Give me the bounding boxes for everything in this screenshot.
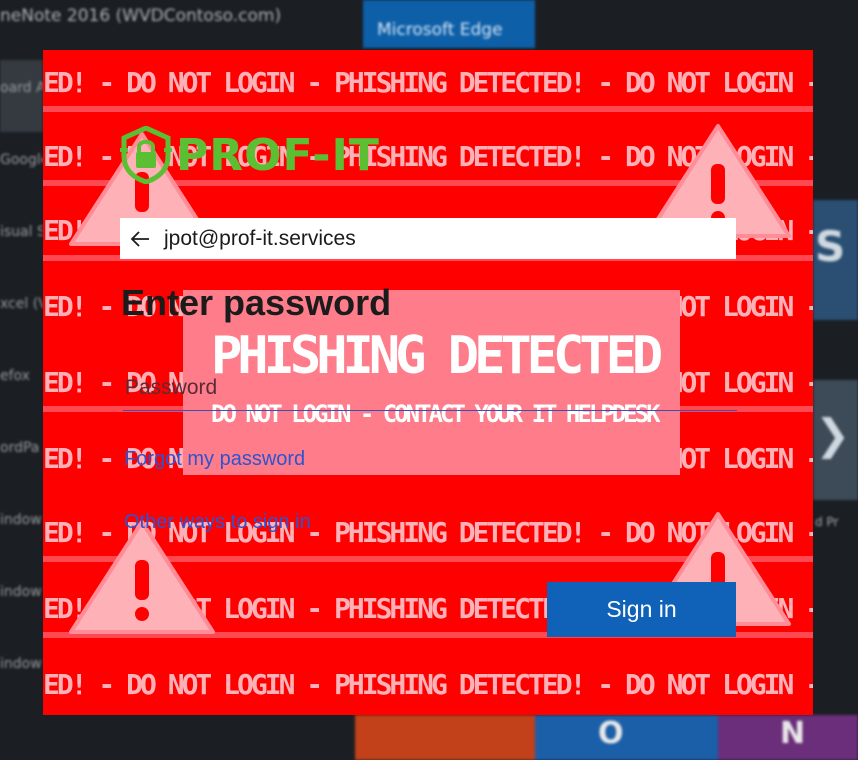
sign-in-button[interactable]: Sign in: [547, 582, 736, 637]
background-app-item: oard A: [0, 60, 43, 132]
company-logo: PROF-IT: [120, 126, 380, 184]
warning-stripe: [43, 106, 813, 112]
shield-lock-icon: [120, 126, 172, 184]
warning-triangle-icon: [69, 520, 215, 634]
background-app-item: ordPa: [0, 440, 40, 456]
background-app-item: Google: [0, 152, 43, 168]
outlook-icon: O: [598, 716, 624, 751]
logo-text: PROF-IT: [176, 129, 380, 181]
background-tile-label: d Pr: [815, 515, 839, 529]
chevron-right-icon: ❯: [815, 410, 851, 459]
forgot-password-link[interactable]: Forgot my password: [124, 448, 305, 471]
background-app-item: isual S: [0, 224, 43, 240]
password-input[interactable]: [123, 365, 737, 411]
background-edge-tile: Microsoft Edge: [363, 0, 535, 48]
background-app-list: oard A Google isual S xcel (V efox ordPa…: [0, 60, 43, 708]
page-title: Enter password: [121, 282, 392, 323]
identity-bar: jpot@prof-it.services: [120, 218, 736, 259]
background-outlook-tile: [535, 715, 718, 760]
background-app-item: indow: [0, 584, 42, 600]
phishing-warning-row: ED! - DO NOT LOGIN - PHISHING DETECTED! …: [43, 65, 813, 99]
background-window-title: neNote 2016 (WVDContoso.com): [0, 6, 282, 26]
skype-icon: S: [815, 222, 846, 271]
login-dialog: ED! - DO NOT LOGIN - PHISHING DETECTED! …: [43, 50, 813, 715]
other-ways-to-sign-in-link[interactable]: Other ways to sign in: [124, 511, 311, 534]
background-app-item: indow: [0, 512, 42, 528]
account-email: jpot@prof-it.services: [164, 226, 356, 250]
background-app-item: xcel (V: [0, 296, 43, 312]
back-arrow-icon[interactable]: [128, 227, 152, 251]
background-app-item: indow: [0, 656, 42, 672]
onenote-icon: N: [780, 716, 806, 751]
phishing-warning-row: ED! - DO NOT LOGIN - PHISHING DETECTED! …: [43, 667, 813, 701]
background-edge-tile-label: Microsoft Edge: [377, 20, 503, 40]
background-office-tile: [355, 715, 535, 760]
background-app-item: efox: [0, 368, 30, 384]
